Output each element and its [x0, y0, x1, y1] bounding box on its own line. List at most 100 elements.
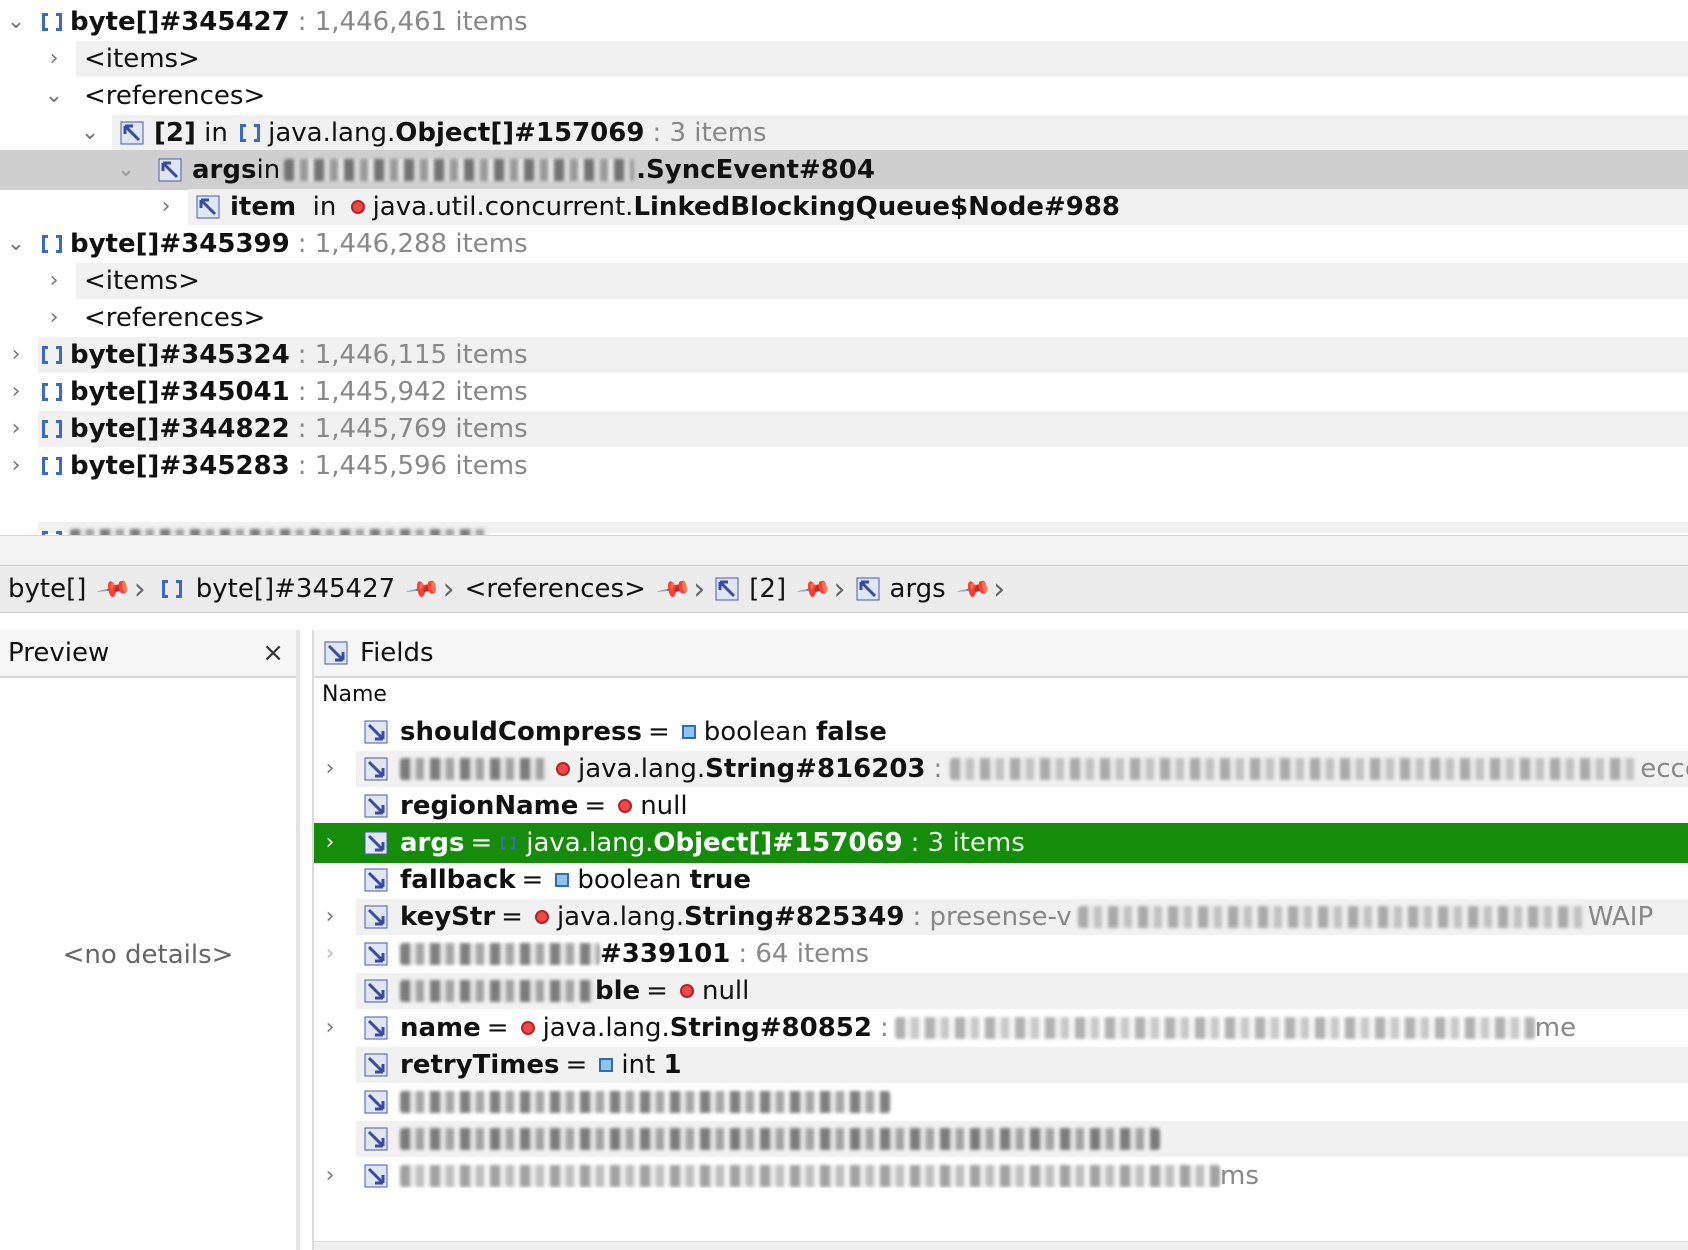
breadcrumb-item[interactable]: args: [856, 574, 946, 604]
field-row[interactable]: retryTimes = int 1: [314, 1045, 1688, 1085]
pin-icon[interactable]: 📌: [795, 571, 832, 607]
tree-prefix: [2]: [154, 118, 196, 148]
breadcrumb-item[interactable]: [2]: [715, 574, 786, 604]
tree-label: byte[]#345324: [70, 340, 290, 370]
tree-label: java.lang.: [268, 118, 396, 148]
field-icon: [364, 720, 388, 744]
tree-row[interactable]: › byte[]#345041 : 1,445,942 items: [0, 372, 1688, 412]
primitive-icon: [681, 725, 696, 739]
tree-suffix: : 1,446,115 items: [297, 340, 528, 370]
pin-icon[interactable]: 📌: [404, 571, 441, 607]
field-row[interactable]: › name = java.lang. String#80852 : me: [314, 1008, 1688, 1048]
redacted-text: [400, 943, 600, 965]
chevron-right-icon[interactable]: ›: [316, 823, 344, 863]
tree-label: byte[]#344822: [70, 414, 290, 444]
array-icon: [42, 232, 62, 256]
field-row[interactable]: [314, 1082, 1688, 1122]
chevron-right-icon[interactable]: ›: [316, 1156, 344, 1188]
chevron-right-icon[interactable]: ›: [4, 335, 28, 375]
field-type-prefix: java.lang.: [526, 828, 654, 858]
tree-label-bold: Object[]#157069: [395, 118, 645, 148]
chevron-right-icon[interactable]: ›: [4, 446, 28, 486]
object-icon: [556, 762, 570, 776]
pin-icon[interactable]: 📌: [955, 571, 992, 607]
field-icon: [364, 1016, 388, 1040]
tree-row[interactable]: › <items>: [0, 261, 1688, 301]
tree-mid: in: [256, 155, 281, 185]
field-suffix: :: [933, 754, 943, 784]
reference-arrow-icon: [856, 577, 880, 601]
field-equals: =: [647, 717, 670, 747]
breadcrumb-label: <references>: [464, 574, 646, 604]
breadcrumb-item[interactable]: <references>: [465, 574, 646, 604]
field-equals: =: [486, 1013, 509, 1043]
array-icon: [42, 10, 62, 34]
chevron-down-icon[interactable]: ⌄: [114, 150, 138, 190]
field-value: null: [640, 791, 688, 821]
chevron-down-icon[interactable]: ⌄: [42, 76, 66, 116]
field-row[interactable]: › ms: [314, 1156, 1688, 1188]
fields-panel: Fields Name shouldCompress = boolean fal…: [312, 630, 1688, 1250]
column-header-name[interactable]: Name: [314, 678, 1688, 712]
field-row[interactable]: › keyStr = java.lang. String#825349 : pre…: [314, 897, 1688, 937]
tree-row[interactable]: ⌄ [2] in java.lang. Object[]#157069 : 3 i…: [0, 113, 1688, 153]
array-icon: [161, 577, 182, 601]
tree-row[interactable]: ⌄ byte[]#345399 : 1,446,288 items: [0, 224, 1688, 264]
tree-label: <references>: [84, 303, 266, 333]
field-suffix: :: [879, 1013, 889, 1043]
tree-row[interactable]: › <items>: [0, 39, 1688, 79]
redacted-text: [400, 758, 550, 780]
field-row[interactable]: › #339101 : 64 items: [314, 934, 1688, 974]
field-icon: [364, 1164, 388, 1188]
field-row[interactable]: › java.lang.String#816203 : ecced6: [314, 749, 1688, 789]
chevron-down-icon[interactable]: ⌄: [78, 113, 102, 153]
splitter[interactable]: [0, 535, 1688, 566]
field-type: #339101: [600, 939, 731, 969]
field-row[interactable]: shouldCompress = boolean false: [314, 712, 1688, 752]
tree-suffix: : 1,445,769 items: [297, 414, 528, 444]
field-row[interactable]: ble = null: [314, 971, 1688, 1011]
tree-row[interactable]: › byte[]#345283 : 1,445,596 items: [0, 446, 1688, 486]
breadcrumb-item[interactable]: byte[]: [8, 574, 86, 604]
field-row[interactable]: fallback = boolean true: [314, 860, 1688, 900]
pin-icon[interactable]: 📌: [96, 571, 133, 607]
chevron-right-icon[interactable]: ›: [42, 261, 66, 301]
tree-row-selected[interactable]: ⌄ args in .SyncEvent#804: [0, 150, 1688, 190]
chevron-right-icon[interactable]: ›: [42, 39, 66, 79]
chevron-right-icon[interactable]: ›: [42, 298, 66, 338]
object-tree: ⌄ byte[]#345427 : 1,446,461 items › <ite…: [0, 0, 1688, 535]
tree-row[interactable]: › byte[]#345324 : 1,446,115 items: [0, 335, 1688, 375]
field-name: ble: [595, 976, 641, 1006]
chevron-right-icon[interactable]: ›: [316, 749, 344, 789]
chevron-down-icon[interactable]: ⌄: [4, 2, 28, 42]
pin-icon[interactable]: 📌: [655, 571, 692, 607]
chevron-right-icon[interactable]: ›: [316, 934, 344, 974]
breadcrumb-item[interactable]: byte[]#345427: [156, 574, 395, 604]
tree-row[interactable]: › item in java.util.concurrent. LinkedBlo…: [0, 187, 1688, 227]
field-type-prefix: java.lang.: [556, 902, 685, 932]
close-icon[interactable]: ×: [262, 638, 284, 668]
redacted-text: [400, 1165, 1220, 1187]
field-row-selected[interactable]: › args = java.lang. Object[]#157069 : 3 i…: [314, 823, 1688, 863]
chevron-right-icon[interactable]: ›: [154, 187, 178, 227]
tree-row[interactable]: › byte[]#344822 : 1,445,769 items: [0, 409, 1688, 449]
field-row[interactable]: [314, 1119, 1688, 1159]
chevron-right-icon[interactable]: ›: [316, 897, 344, 937]
chevron-right-icon[interactable]: ›: [4, 409, 28, 449]
field-icon: [364, 1127, 388, 1151]
tree-row[interactable]: ⌄ byte[]#345427 : 1,446,461 items: [0, 2, 1688, 42]
chevron-right-icon[interactable]: ›: [316, 1008, 344, 1048]
breadcrumb-label: args: [889, 574, 946, 604]
preview-empty-text: <no details>: [62, 940, 234, 970]
tree-label: <references>: [84, 81, 266, 111]
tree-row[interactable]: ⌄ <references>: [0, 76, 1688, 116]
field-row[interactable]: regionName = null: [314, 786, 1688, 826]
chevron-down-icon[interactable]: ⌄: [4, 224, 28, 264]
horizontal-scrollbar[interactable]: [314, 1241, 1688, 1250]
array-icon: [42, 454, 62, 478]
field-name: regionName: [400, 791, 579, 821]
chevron-right-icon[interactable]: ›: [4, 372, 28, 412]
tree-row[interactable]: › <references>: [0, 298, 1688, 338]
reference-arrow-icon: [715, 577, 739, 601]
field-type-prefix: java.lang.: [578, 754, 706, 784]
